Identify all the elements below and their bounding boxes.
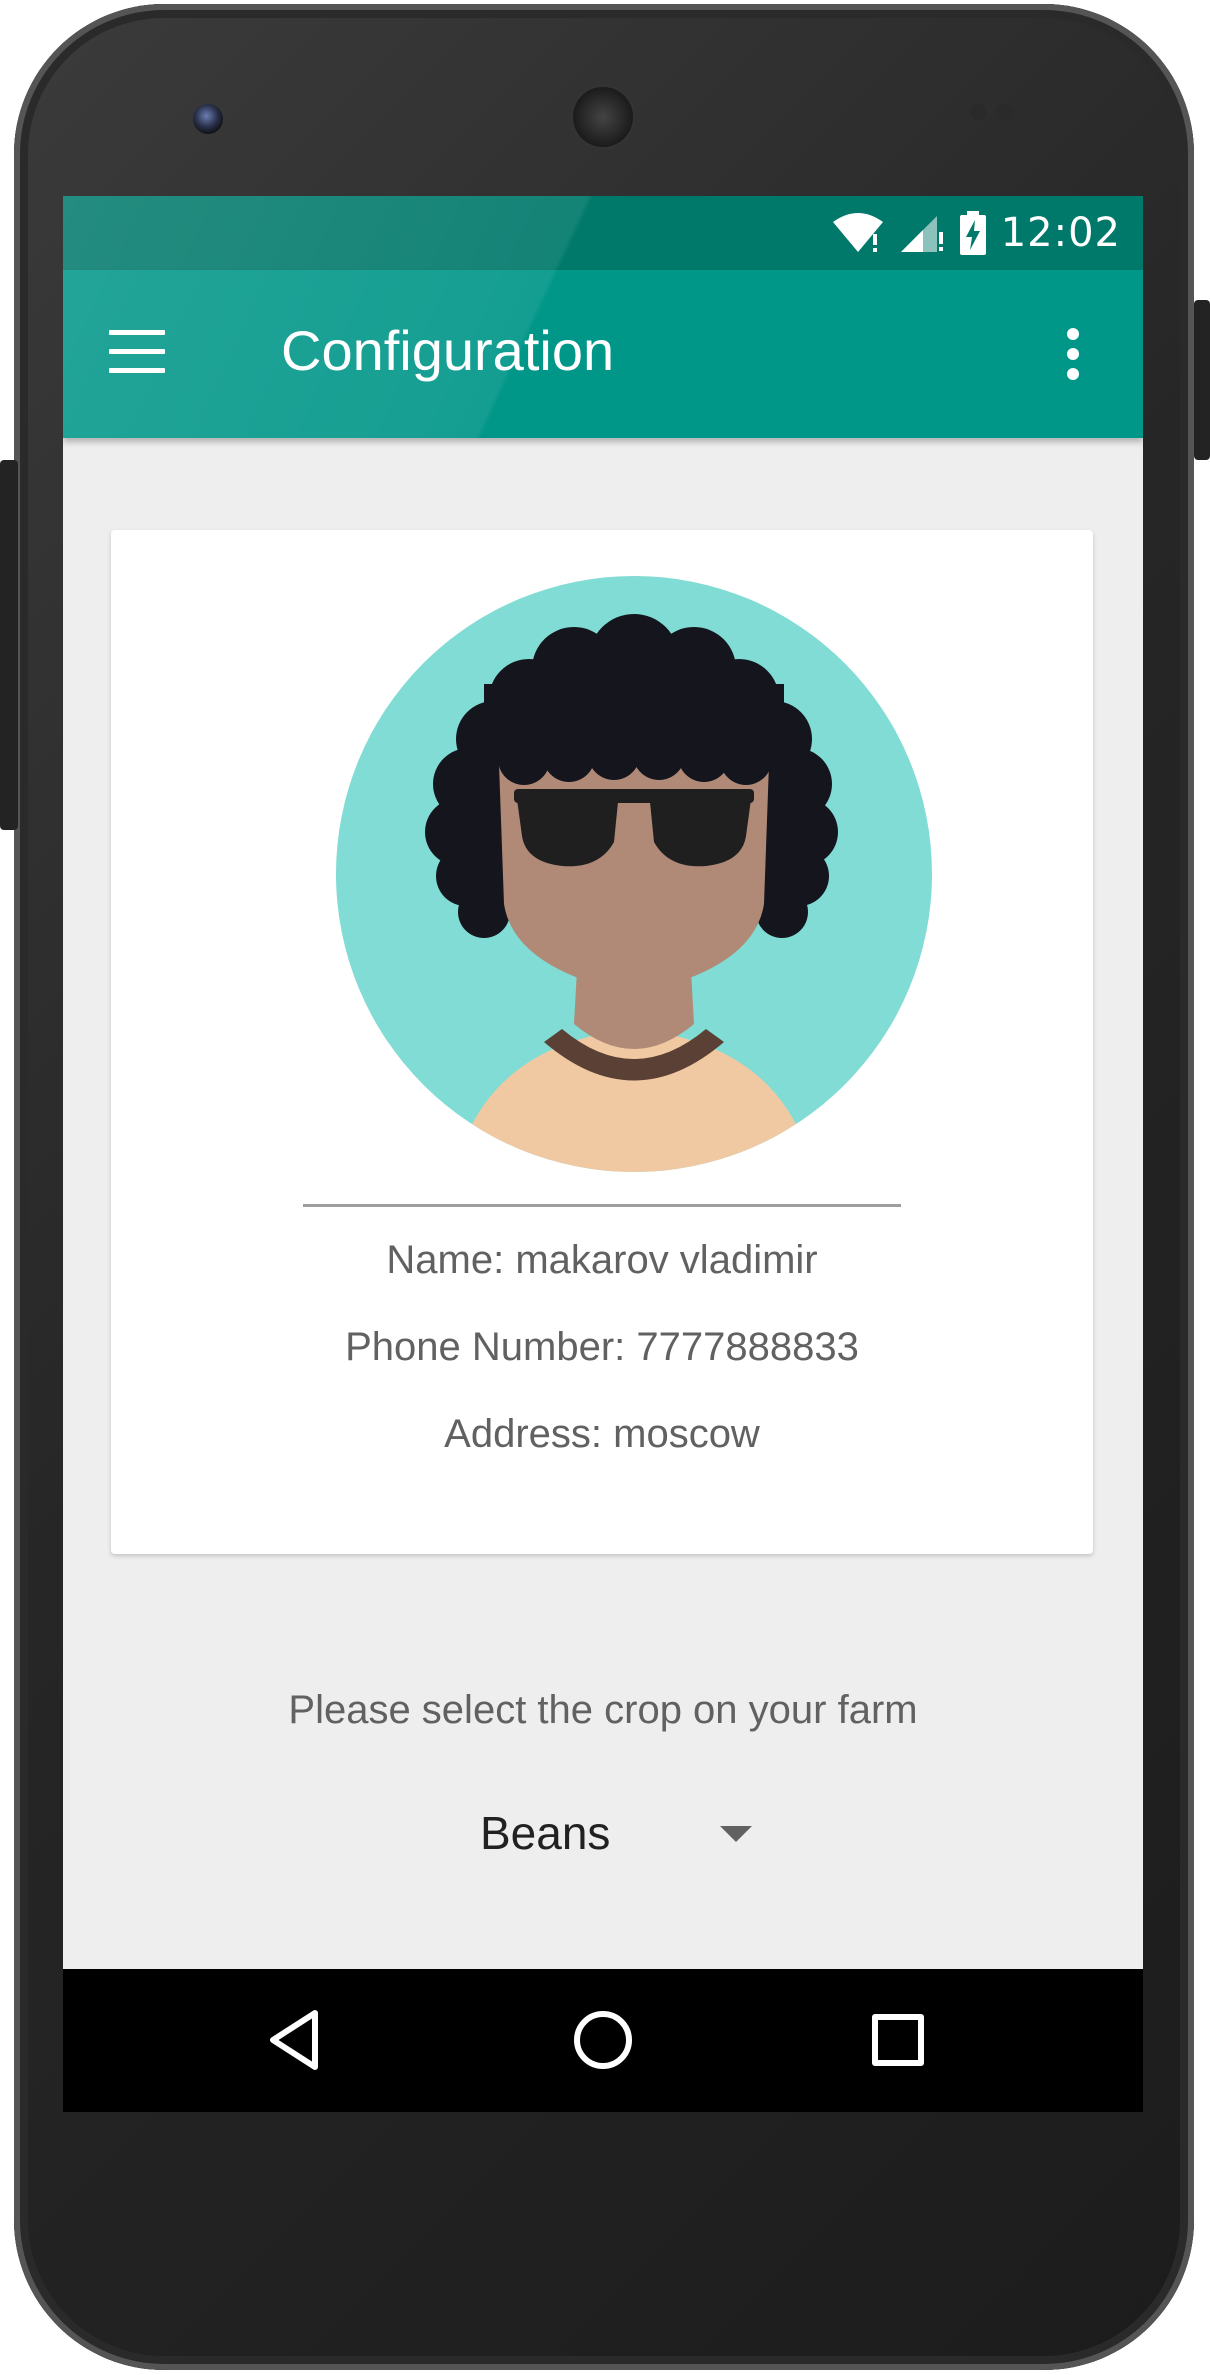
wifi-icon bbox=[832, 213, 883, 252]
back-icon[interactable] bbox=[263, 2005, 333, 2075]
profile-phone: Phone Number: 7777888833 bbox=[345, 1325, 859, 1369]
profile-card: Name: makarov vladimir Phone Number: 777… bbox=[111, 530, 1093, 1554]
profile-address: Address: moscow bbox=[444, 1412, 760, 1456]
home-icon[interactable] bbox=[568, 2005, 638, 2075]
crop-spinner-value: Beans bbox=[480, 1807, 611, 1859]
profile-name: Name: makarov vladimir bbox=[386, 1238, 818, 1282]
app-bar: Configuration bbox=[63, 270, 1143, 438]
crop-spinner[interactable]: Beans bbox=[468, 1800, 808, 1870]
status-time: 12:02 bbox=[1000, 210, 1121, 256]
screen: 12:02 Configuration Name: makarov vladim… bbox=[63, 196, 1143, 2112]
dropdown-arrow-icon bbox=[720, 1826, 752, 1842]
cell-signal-icon bbox=[900, 216, 943, 252]
front-camera bbox=[193, 104, 223, 134]
status-bar: 12:02 bbox=[63, 196, 1143, 270]
earpiece-speaker bbox=[573, 87, 633, 147]
volume-button bbox=[0, 460, 18, 830]
avatar-icon bbox=[336, 576, 932, 1172]
card-divider bbox=[303, 1204, 901, 1207]
proximity-sensors bbox=[970, 104, 1030, 124]
hamburger-menu-icon[interactable] bbox=[109, 330, 165, 374]
recents-icon[interactable] bbox=[863, 2005, 933, 2075]
more-vert-icon[interactable] bbox=[1065, 326, 1081, 382]
battery-charging-icon bbox=[959, 211, 986, 255]
page-title: Configuration bbox=[281, 319, 615, 382]
nav-bar bbox=[63, 1969, 1143, 2112]
power-button bbox=[1194, 300, 1210, 460]
crop-prompt: Please select the crop on your farm bbox=[288, 1688, 918, 1732]
